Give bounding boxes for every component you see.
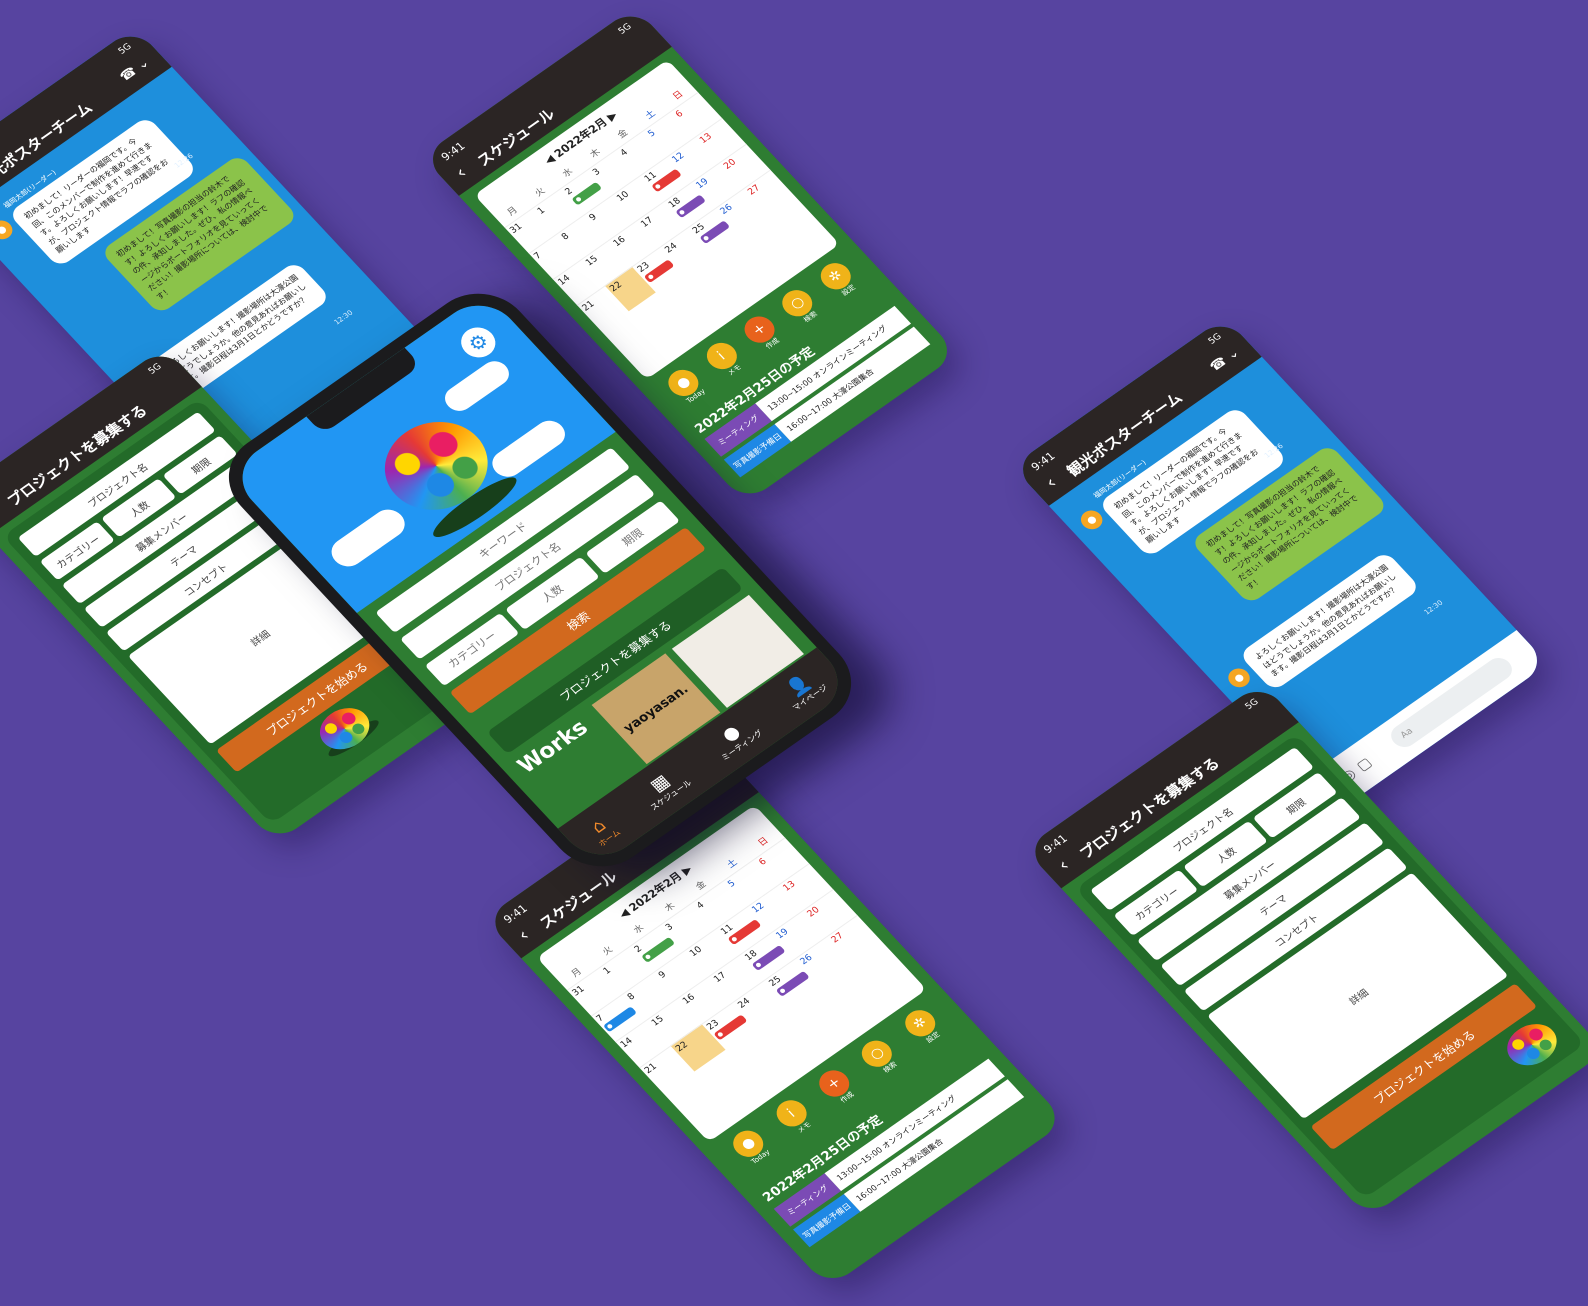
status-signal: 5G [116,41,134,57]
mockup-stage: 9:41 5G ‹ 観光ポスターチーム ☎ ⌄ 福岡太郎(リーダー) ● 初めま… [0,0,1588,1306]
back-icon[interactable]: ‹ [513,926,533,946]
avatar[interactable]: ● [1076,506,1107,533]
tab-meeting[interactable]: ● ミーティング [704,712,765,763]
cloud [325,503,412,573]
cloud [486,415,572,483]
status-signal: 5G [146,361,164,377]
today-button[interactable]: ● Today [727,1125,776,1169]
recruit-screen-right: 9:41 5G ‹ プロジェクトを募集する プロジェクト名 カテゴリー 人数 期… [1024,682,1588,1218]
avatar[interactable]: ● [1223,664,1255,692]
create-button[interactable]: + 作成 [813,1065,862,1109]
event-tag: ● [699,220,730,245]
settings-button[interactable]: ✲ 設定 [898,1005,948,1049]
call-icon[interactable]: ☎ ⌄ [117,56,153,85]
status-signal: 5G [1243,697,1261,712]
back-icon[interactable]: ‹ [0,503,1,523]
tab-mypage[interactable]: 👤 マイページ [776,667,831,713]
status-time: 9:41 [438,139,468,164]
memo-button[interactable]: i メモ [770,1095,819,1139]
status-time: 9:41 [1028,449,1058,474]
chat-time-2: 12:30 [1422,598,1445,617]
search-button[interactable]: ○ 検索 [776,284,825,329]
tab-home[interactable]: ⌂ ホーム [582,812,624,849]
cloud [439,356,515,416]
today-button[interactable]: ● Today [662,364,711,408]
day-number: 2 [563,186,576,198]
memo-button[interactable]: i メモ [700,337,749,382]
back-icon[interactable]: ‹ [451,163,471,183]
call-icon[interactable]: ☎ ⌄ [1207,346,1243,375]
status-time: 9:41 [1041,832,1071,857]
back-icon[interactable]: ‹ [1041,473,1061,493]
tab-schedule[interactable]: ▦ スケジュール [633,762,694,813]
event-tag: ● [675,194,706,219]
event-tag: ● [644,259,675,283]
search-button[interactable]: ○ 検索 [856,1035,905,1079]
status-signal: 5G [1206,331,1224,347]
status-signal: 5G [616,21,634,37]
create-button[interactable]: + 作成 [738,311,787,355]
chat-time-2: 12:30 [332,308,355,327]
event-tag: ● [571,181,603,206]
day-number: 2 [632,944,645,955]
day-number: 7 [594,1013,607,1025]
status-time: 9:41 [501,902,531,927]
settings-button[interactable]: ✲ 設定 [814,258,863,302]
back-icon[interactable]: ‹ [1053,856,1073,876]
event-tag: ● [651,168,682,193]
